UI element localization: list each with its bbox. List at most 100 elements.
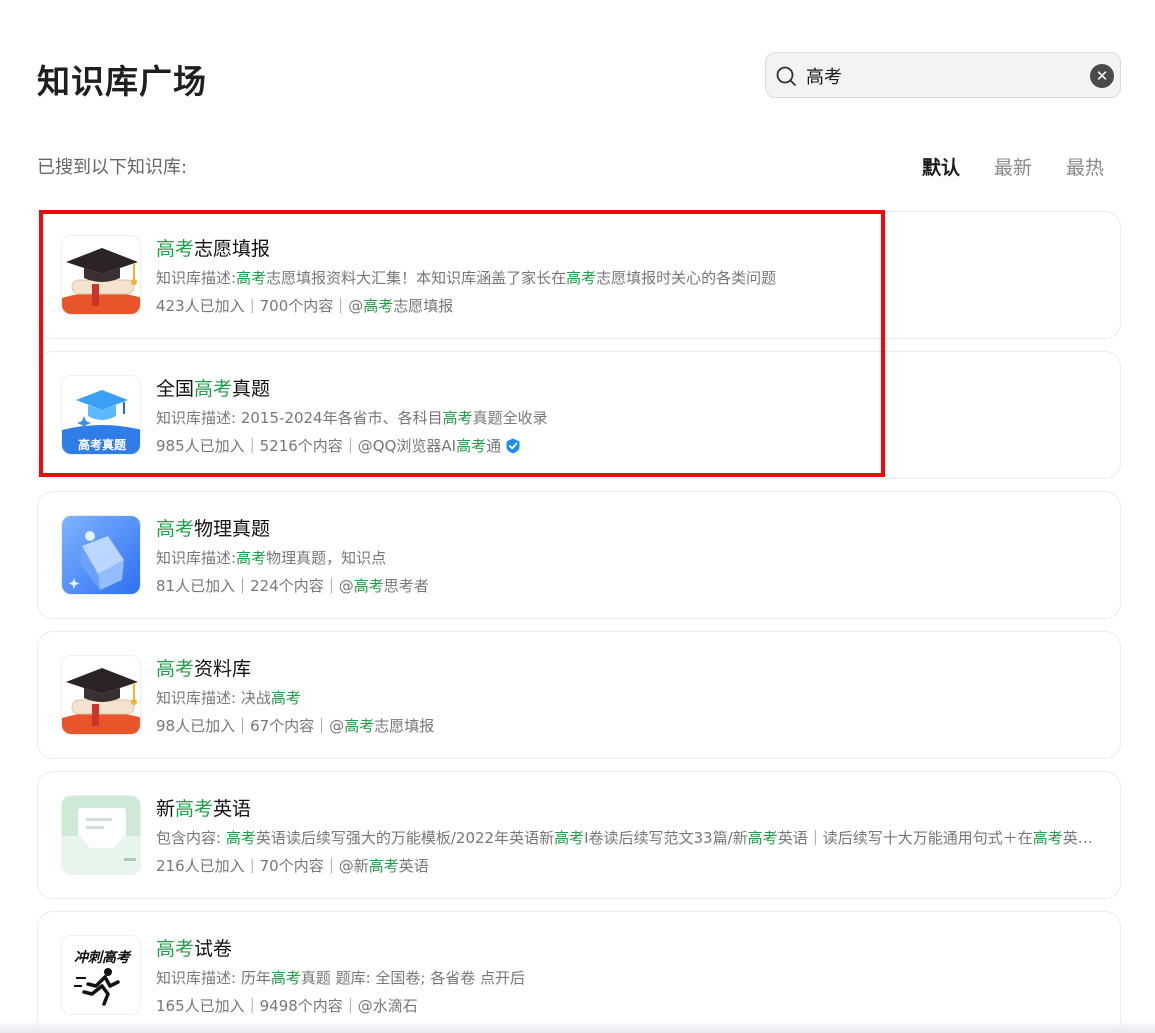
sort-tab-hottest[interactable]: 最热	[1066, 153, 1104, 180]
desc-text: 知识库描述: 2015-2024年各省市、各科目	[156, 409, 443, 427]
card-thumbnail	[61, 515, 141, 595]
desc-keyword: 高考	[236, 549, 267, 567]
card-title[interactable]: 新高考英语	[156, 794, 251, 821]
desc-text: 知识库描述:	[156, 269, 237, 287]
desc-text: 英语读后续写强大的万能模板/2022年英语新	[255, 829, 555, 847]
card-title-text: 试卷	[194, 938, 233, 960]
card-thumbnail	[61, 655, 141, 735]
meta-text: 165人已加入｜9498个内容｜@水滴石	[156, 997, 418, 1015]
green-document-folder-icon	[62, 796, 140, 874]
desc-text: I卷读后续写范文33篇/新	[584, 829, 748, 847]
desc-text: 志愿填报资料大汇集！本知识库涵盖了家长在	[266, 269, 567, 287]
meta-text: 985人已加入｜5216个内容｜@QQ浏览器AI	[156, 437, 457, 455]
card-thumbnail: 冲刺高考	[61, 935, 141, 1015]
knowledge-base-card[interactable]: 冲刺高考 高考试卷 知识库描述: 历年高考真题 题库: 全国卷; 各省卷 点开后…	[37, 911, 1121, 1033]
sprint-runner-icon: 冲刺高考	[62, 936, 140, 1014]
meta-text: 志愿填报	[393, 297, 454, 315]
knowledge-base-card[interactable]: 高考资料库 知识库描述: 决战高考 98人已加入｜67个内容｜@ 高考 志愿填报	[37, 631, 1121, 759]
sort-tabs: 默认 最新 最热	[922, 153, 1104, 180]
meta-text: 216人已加入｜70个内容｜@新	[156, 857, 369, 875]
card-title[interactable]: 高考志愿填报	[156, 234, 270, 261]
knowledge-base-card[interactable]: 高考真题 全国高考真题 知识库描述: 2015-2024年各省市、各科目高考真题…	[37, 351, 1121, 479]
search-icon	[776, 66, 796, 86]
desc-keyword: 高考	[747, 829, 778, 847]
knowledge-base-card[interactable]: 新高考英语 包含内容: 高考英语读后续写强大的万能模板/2022年英语新高考I卷…	[37, 771, 1121, 899]
meta-text: 思考者	[383, 577, 429, 595]
card-title[interactable]: 高考物理真题	[156, 514, 270, 541]
desc-keyword: 高考	[236, 269, 267, 287]
meta-keyword: 高考	[368, 857, 399, 875]
card-thumbnail: 高考真题	[61, 375, 141, 455]
desc-text: 真题全收录	[472, 409, 548, 427]
meta-text: 423人已加入｜700个内容｜@	[156, 297, 364, 315]
card-title-keyword: 高考	[156, 938, 195, 960]
card-title-keyword: 高考	[175, 798, 214, 820]
sort-tab-latest[interactable]: 最新	[994, 153, 1032, 180]
desc-keyword: 高考	[566, 269, 597, 287]
search-box[interactable]: ✕	[765, 52, 1121, 98]
meta-text: 英语	[398, 857, 429, 875]
meta-text: 志愿填报	[374, 717, 435, 735]
desc-keyword: 高考	[1032, 829, 1063, 847]
desc-text: 英语｜读后续写十大万能通用句式＋在	[777, 829, 1033, 847]
card-description: 知识库描述:高考志愿填报资料大汇集！本知识库涵盖了家长在高考志愿填报时关心的各类…	[156, 267, 1101, 288]
blue-cap-exam-icon: 高考真题	[62, 376, 140, 454]
thumb-label: 冲刺高考	[74, 949, 132, 966]
card-title-text: 资料库	[194, 658, 252, 680]
desc-keyword: 高考	[554, 829, 585, 847]
meta-text: 81人已加入｜224个内容｜@	[156, 577, 354, 595]
card-description: 知识库描述: 历年高考真题 题库: 全国卷; 各省卷 点开后	[156, 967, 1101, 988]
card-title[interactable]: 高考资料库	[156, 654, 251, 681]
meta-keyword: 高考	[363, 297, 394, 315]
desc-text: 志愿填报时关心的各类问题	[596, 269, 777, 287]
knowledge-base-card[interactable]: 高考志愿填报 知识库描述:高考志愿填报资料大汇集！本知识库涵盖了家长在高考志愿填…	[37, 211, 1121, 339]
meta-text: 98人已加入｜67个内容｜@	[156, 717, 345, 735]
desc-text: 真题 题库: 全国卷; 各省卷 点开后	[300, 969, 526, 987]
card-description: 知识库描述: 决战高考	[156, 687, 1101, 708]
desc-keyword: 高考	[442, 409, 473, 427]
desc-text: 包含内容:	[156, 829, 226, 847]
thumb-label: 高考真题	[78, 437, 127, 452]
card-title-text: 物理真题	[194, 518, 271, 540]
card-title[interactable]: 高考试卷	[156, 934, 232, 961]
desc-keyword: 高考	[270, 689, 301, 707]
desc-text: 知识库描述: 历年	[156, 969, 271, 987]
card-title-keyword: 高考	[156, 658, 195, 680]
desc-text: 英语中的应用	[1062, 829, 1101, 847]
meta-keyword: 高考	[353, 577, 384, 595]
desc-text: 知识库描述: 决战	[156, 689, 271, 707]
results-label: 已搜到以下知识库:	[37, 157, 188, 178]
card-title-text: 全国	[156, 378, 195, 400]
card-description: 包含内容: 高考英语读后续写强大的万能模板/2022年英语新高考I卷读后续写范文…	[156, 827, 1101, 848]
search-input[interactable]	[806, 61, 1076, 91]
card-meta: 81人已加入｜224个内容｜@ 高考 思考者	[156, 575, 429, 596]
bottom-edge	[0, 1020, 1155, 1033]
sort-tab-default[interactable]: 默认	[922, 153, 960, 180]
desc-keyword: 高考	[270, 969, 301, 987]
card-meta: 985人已加入｜5216个内容｜@QQ浏览器AI 高考通	[156, 435, 521, 456]
card-title[interactable]: 全国高考真题	[156, 374, 270, 401]
meta-keyword: 高考	[344, 717, 375, 735]
page-title: 知识库广场	[37, 62, 207, 101]
card-title-text: 英语	[213, 798, 252, 820]
meta-text: 通	[486, 437, 502, 455]
clear-search-icon[interactable]: ✕	[1090, 64, 1114, 88]
card-title-text: 新	[156, 798, 176, 820]
graduation-cap-diploma-icon	[62, 656, 140, 734]
desc-keyword: 高考	[225, 829, 256, 847]
card-meta: 423人已加入｜700个内容｜@ 高考 志愿填报	[156, 295, 453, 316]
card-description: 知识库描述:高考物理真题，知识点	[156, 547, 1101, 568]
card-title-text: 真题	[232, 378, 271, 400]
card-meta: 165人已加入｜9498个内容｜@水滴石	[156, 995, 418, 1016]
knowledge-base-card[interactable]: 高考物理真题 知识库描述:高考物理真题，知识点 81人已加入｜224个内容｜@ 高…	[37, 491, 1121, 619]
card-title-text: 志愿填报	[194, 238, 271, 260]
desc-text: 物理真题，知识点	[266, 549, 387, 567]
card-thumbnail	[61, 795, 141, 875]
card-title-keyword: 高考	[194, 378, 233, 400]
abstract-cube-icon	[62, 516, 140, 594]
desc-text: 知识库描述:	[156, 549, 237, 567]
card-title-keyword: 高考	[156, 518, 195, 540]
verified-badge-icon	[506, 438, 520, 453]
card-meta: 216人已加入｜70个内容｜@新 高考 英语	[156, 855, 429, 876]
card-description: 知识库描述: 2015-2024年各省市、各科目高考真题全收录	[156, 407, 1101, 428]
